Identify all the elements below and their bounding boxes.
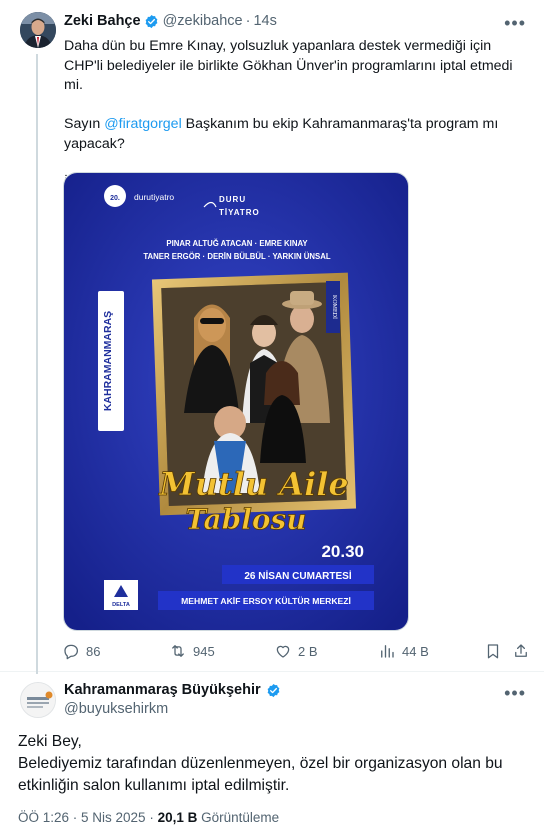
- poster-city: KAHRAMANMARAŞ: [102, 311, 114, 411]
- tweet-actions-bar: 86 945 2 B 44 B: [62, 642, 532, 662]
- share-button[interactable]: [512, 642, 530, 660]
- views-count: 44 B: [402, 643, 429, 659]
- reply-author-avatar[interactable]: [20, 682, 56, 718]
- poster-cast-line2: TANER ERGÖR · DERİN BÜLBÜL · YARKIN ÜNSA…: [143, 252, 331, 261]
- reply-author-header: Kahramanmaraş Büyükşehir: [64, 682, 285, 698]
- thread-connector: [36, 54, 38, 674]
- poster-cast-line1: PINAR ALTUĞ ATACAN · EMRE KINAY: [166, 239, 308, 248]
- reply-text: Zeki Bey, Belediyemiz tarafından düzenle…: [18, 731, 528, 797]
- poster-sponsor: DELTA: [112, 602, 130, 608]
- author-handle[interactable]: @zekibahce: [163, 13, 243, 29]
- tweet-time[interactable]: 14s: [253, 13, 276, 29]
- verified-badge-icon: [266, 683, 281, 698]
- tweet-paragraph: Daha dün bu Emre Kınay, yolsuzluk yapanl…: [64, 38, 513, 93]
- reply-icon: [64, 644, 79, 660]
- verified-badge-icon: [144, 14, 159, 29]
- poster-brand-line1: DURU: [219, 195, 246, 204]
- text-segment: Sayın: [64, 116, 105, 132]
- reply-author-name[interactable]: Kahramanmaraş Büyükşehir: [64, 682, 261, 698]
- poster-venue: MEHMET AKİF ERSOY KÜLTÜR MERKEZİ: [181, 596, 351, 606]
- tweet-media-image[interactable]: 20. durutiyatro DURU TİYATRO PINAR ALTUĞ…: [63, 172, 409, 631]
- bookmark-icon: [487, 644, 499, 659]
- reply-views-label: Görüntüleme: [197, 810, 280, 825]
- like-button[interactable]: 2 B: [274, 642, 318, 660]
- reply-button[interactable]: 86: [62, 642, 100, 660]
- poster-brand-line2: TİYATRO: [219, 208, 260, 217]
- poster-title-line2: Tablosu: [185, 503, 306, 536]
- repost-icon: [172, 645, 184, 657]
- like-count: 2 B: [298, 643, 318, 659]
- mention-link[interactable]: @firatgorgel: [104, 116, 182, 132]
- separator-dot: ·: [245, 13, 251, 29]
- poster-genre: KOMEDİ: [331, 295, 338, 319]
- views-button[interactable]: 44 B: [378, 642, 429, 660]
- reply-line: Zeki Bey,: [18, 733, 82, 750]
- more-options-icon[interactable]: •••: [504, 684, 526, 702]
- analytics-icon: [381, 645, 394, 658]
- poster-brand-small: durutiyatro: [134, 192, 174, 202]
- reply-line: Belediyemiz tarafından düzenlenmeyen, öz…: [18, 755, 503, 794]
- author-name[interactable]: Zeki Bahçe: [64, 13, 141, 29]
- reply-tweet[interactable]: Kahramanmaraş Büyükşehir @buyuksehirkm •…: [0, 672, 544, 839]
- more-options-icon[interactable]: •••: [504, 14, 526, 32]
- original-tweet[interactable]: Zeki Bahçe @zekibahce · 14s ••• Daha dün…: [0, 0, 544, 674]
- bookmark-button[interactable]: [484, 642, 502, 660]
- share-icon: [515, 644, 527, 657]
- poster-showtime: 20.30: [321, 542, 364, 561]
- heart-icon: [276, 645, 290, 658]
- poster-title-line1: Mutlu Aile: [158, 465, 349, 503]
- reply-metadata: ÖÖ 1:26 · 5 Nis 2025 · 20,1 B Görüntülem…: [18, 810, 279, 825]
- author-avatar[interactable]: [20, 12, 56, 48]
- reply-count: 86: [86, 643, 101, 659]
- repost-button[interactable]: 945: [169, 642, 215, 660]
- tweet-header: Zeki Bahçe @zekibahce · 14s: [64, 13, 277, 29]
- reply-views-count: 20,1 B: [157, 810, 198, 825]
- poster-date: 26 NİSAN CUMARTESİ: [244, 569, 351, 582]
- tweet-paragraph: Sayın @firatgorgel Başkanım bu ekip Kahr…: [64, 115, 524, 154]
- reply-timestamp[interactable]: ÖÖ 1:26 · 5 Nis 2025 ·: [18, 810, 158, 825]
- repost-count: 945: [193, 643, 215, 659]
- poster-badge: 20.: [110, 195, 120, 202]
- reply-author-handle[interactable]: @buyuksehirkm: [64, 701, 168, 717]
